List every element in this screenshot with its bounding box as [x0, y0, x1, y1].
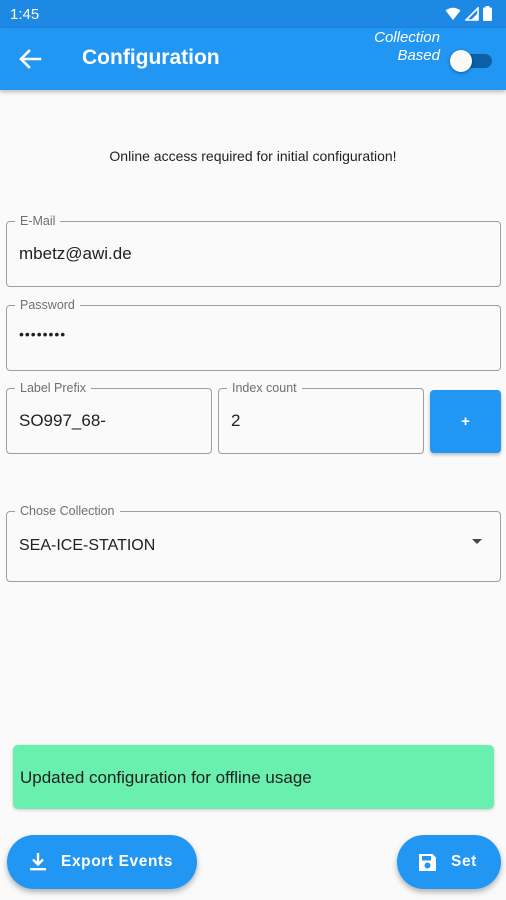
dropdown-arrow-icon — [472, 539, 482, 544]
snackbar-text: Updated configuration for offline usage — [20, 768, 312, 787]
signal-icon — [465, 6, 479, 21]
set-button[interactable]: Set — [397, 835, 501, 889]
wifi-icon — [445, 7, 461, 20]
toggle-label-line1: Collection — [374, 29, 440, 46]
status-time: 1:45 — [10, 6, 40, 23]
label-prefix-field[interactable]: Label Prefix SO997_68- — [6, 381, 212, 454]
status-snackbar: Updated configuration for offline usage — [13, 745, 494, 809]
export-events-label: Export Events — [61, 853, 174, 870]
collection-value: SEA-ICE-STATION — [19, 537, 156, 554]
collection-based-label: Collection Based — [374, 29, 440, 65]
status-icons — [445, 6, 492, 21]
label-prefix-value[interactable]: SO997_68- — [19, 411, 106, 431]
email-value[interactable]: mbetz@awi.de — [19, 244, 132, 264]
collection-dropdown[interactable]: Chose Collection SEA-ICE-STATION — [6, 504, 501, 582]
app-bar: Configuration Collection Based — [0, 28, 506, 90]
back-button[interactable] — [14, 43, 46, 75]
set-label: Set — [451, 853, 477, 870]
label-prefix-label: Label Prefix — [15, 381, 92, 395]
password-value[interactable]: •••••••• — [19, 326, 66, 342]
switch-thumb — [450, 50, 472, 72]
battery-icon — [483, 6, 492, 21]
index-count-label: Index count — [227, 381, 302, 395]
collection-based-switch[interactable] — [450, 50, 492, 72]
index-count-value[interactable]: 2 — [231, 411, 240, 431]
arrow-back-icon — [19, 49, 42, 69]
toggle-label-line2: Based — [397, 47, 440, 64]
password-label: Password — [15, 298, 80, 312]
page-title: Configuration — [82, 46, 220, 69]
status-bar: 1:45 — [0, 0, 506, 28]
index-count-field[interactable]: Index count 2 — [218, 381, 424, 454]
export-events-button[interactable]: Export Events — [7, 835, 197, 889]
password-field[interactable]: Password •••••••• — [6, 298, 501, 371]
collection-label: Chose Collection — [15, 504, 120, 518]
add-index-button[interactable]: + — [430, 390, 501, 453]
download-icon — [30, 853, 46, 871]
save-icon — [419, 853, 436, 871]
email-field[interactable]: E-Mail mbetz@awi.de — [6, 214, 501, 287]
email-label: E-Mail — [15, 214, 61, 228]
online-access-notice: Online access required for initial confi… — [109, 148, 397, 164]
